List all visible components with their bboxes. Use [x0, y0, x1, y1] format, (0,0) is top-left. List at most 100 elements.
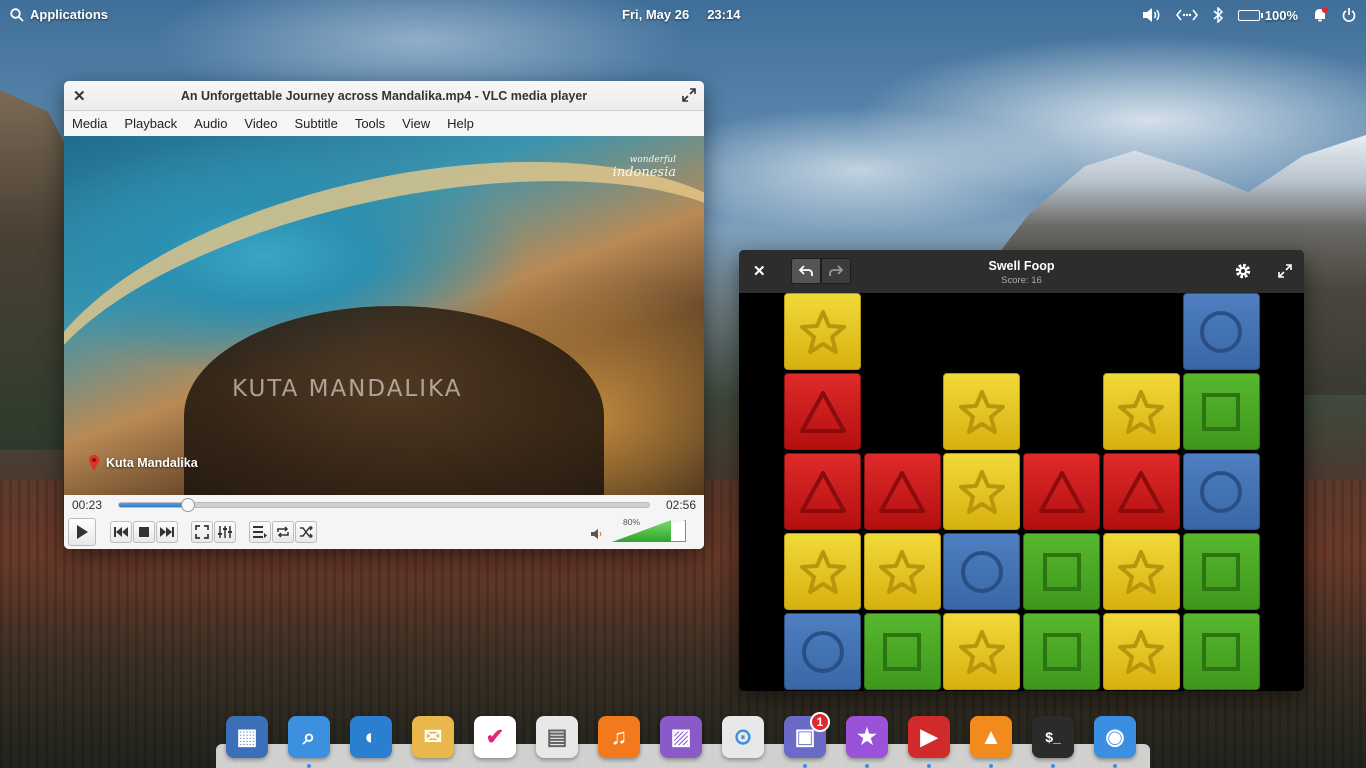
- tile-yellow-star[interactable]: [784, 293, 861, 370]
- running-indicator: [1113, 764, 1117, 768]
- maximize-icon[interactable]: [1278, 264, 1292, 283]
- tile-blue-circle[interactable]: [943, 533, 1021, 610]
- equalizer-icon: [218, 526, 232, 538]
- square-icon: [1202, 392, 1240, 431]
- extended-settings-button[interactable]: [214, 521, 236, 543]
- vlc-titlebar[interactable]: ✕ An Unforgettable Journey across Mandal…: [64, 81, 704, 111]
- tile-red-triangle[interactable]: [1023, 453, 1101, 530]
- video-area[interactable]: wonderful indonesia KUTA MANDALIKA Kuta …: [64, 136, 704, 495]
- previous-button[interactable]: [110, 521, 132, 543]
- stop-button[interactable]: [133, 521, 155, 543]
- power-icon[interactable]: [1342, 6, 1356, 24]
- loop-button[interactable]: [272, 521, 294, 543]
- square-icon: [1202, 632, 1240, 671]
- menu-audio[interactable]: Audio: [194, 116, 227, 131]
- swell-foop-icon: ◉: [1105, 724, 1125, 749]
- gear-icon[interactable]: [1234, 262, 1252, 285]
- tile-yellow-star[interactable]: [943, 613, 1021, 690]
- tile-yellow-star[interactable]: [784, 533, 861, 610]
- tile-yellow-star[interactable]: [1102, 373, 1180, 450]
- seek-slider[interactable]: [118, 498, 650, 512]
- network-icon[interactable]: [1175, 6, 1198, 24]
- tile-blue-circle[interactable]: [784, 613, 861, 690]
- settings-icon: ⊙: [733, 724, 753, 749]
- volume-icon[interactable]: [1142, 6, 1162, 24]
- loop-icon: [277, 526, 289, 538]
- menu-tools[interactable]: Tools: [355, 116, 385, 131]
- notifications-icon[interactable]: [1312, 6, 1328, 24]
- tile-yellow-star[interactable]: [1102, 613, 1180, 690]
- vlc-menubar: Media Playback Audio Video Subtitle Tool…: [64, 111, 704, 136]
- tile-blue-circle[interactable]: [1182, 453, 1260, 530]
- star-icon: [799, 309, 846, 354]
- running-indicator: [307, 764, 311, 768]
- next-button[interactable]: [156, 521, 178, 543]
- dock-app-web-browser[interactable]: ◐: [350, 716, 392, 758]
- tile-yellow-star[interactable]: [863, 533, 941, 610]
- menu-view[interactable]: View: [402, 116, 430, 131]
- square-icon: [1202, 552, 1240, 591]
- menu-subtitle[interactable]: Subtitle: [294, 116, 337, 131]
- dock-app-terminal[interactable]: $_: [1032, 716, 1074, 768]
- dock-app-swell-foop[interactable]: ◉: [1094, 716, 1136, 768]
- tile-red-triangle[interactable]: [784, 373, 861, 450]
- dock-app-music[interactable]: ♫: [598, 716, 640, 758]
- speaker-icon[interactable]: [590, 528, 604, 540]
- tile-yellow-star[interactable]: [943, 453, 1021, 530]
- play-button[interactable]: [68, 518, 96, 546]
- battery-percent: 100%: [1264, 7, 1298, 23]
- dock-app-appcenter[interactable]: ▣ 1: [784, 712, 830, 768]
- total-duration[interactable]: 02:56: [666, 498, 696, 512]
- tile-green-square[interactable]: [1023, 533, 1101, 610]
- tile-red-triangle[interactable]: [863, 453, 941, 530]
- video-location-tag: Kuta Mandalika: [88, 454, 198, 472]
- menu-video[interactable]: Video: [244, 116, 277, 131]
- dock-app-files[interactable]: ⌕: [288, 716, 330, 768]
- circle-icon: [960, 550, 1003, 593]
- shuffle-button[interactable]: [295, 521, 317, 543]
- bluetooth-icon[interactable]: [1212, 6, 1224, 24]
- tile-green-square[interactable]: [1023, 613, 1101, 690]
- tile-red-triangle[interactable]: [1102, 453, 1180, 530]
- tile-green-square[interactable]: [1182, 373, 1260, 450]
- applications-menu[interactable]: Applications: [10, 7, 108, 22]
- menu-help[interactable]: Help: [447, 116, 474, 131]
- dock-app-calendar[interactable]: ▤: [536, 716, 578, 758]
- battery-indicator[interactable]: 100%: [1237, 7, 1298, 23]
- tile-green-square[interactable]: [1182, 533, 1260, 610]
- dock-app-videos[interactable]: ▶: [908, 716, 950, 768]
- maximize-icon[interactable]: [682, 88, 696, 105]
- playback-controls: 80%: [64, 515, 704, 549]
- tile-green-square[interactable]: [1182, 613, 1260, 690]
- menu-playback[interactable]: Playback: [124, 116, 177, 131]
- datetime-indicator[interactable]: Fri, May 26 23:14: [622, 7, 740, 22]
- tile-yellow-star[interactable]: [1102, 533, 1180, 610]
- time-label: 23:14: [707, 7, 741, 22]
- fullscreen-icon: [195, 525, 209, 539]
- seek-handle[interactable]: [180, 498, 195, 512]
- dock-app-vlc[interactable]: ▲: [970, 716, 1012, 768]
- menu-media[interactable]: Media: [72, 116, 107, 131]
- dock-app-tasks[interactable]: ✔: [474, 716, 516, 758]
- volume-slider-fill: [612, 520, 672, 542]
- elapsed-time[interactable]: 00:23: [72, 498, 102, 512]
- notification-badge: 1: [810, 712, 830, 732]
- dock-app-photos[interactable]: ▨: [660, 716, 702, 758]
- dock-app-settings[interactable]: ⊙: [722, 716, 764, 758]
- favorites-icon: ★: [857, 724, 877, 749]
- playlist-button[interactable]: [249, 521, 271, 543]
- video-caption: KUTA MANDALIKA: [232, 376, 463, 402]
- tile-blue-circle[interactable]: [1182, 293, 1260, 370]
- dock-apps: ▦ ⌕ ◐ ✉ ✔ ▤ ♫ ▨ ⊙ ▣ 1 ★ ▶ ▲ $_ ◉: [226, 712, 1136, 768]
- swell-foop-headerbar[interactable]: ✕ Swell Foop Score: 16: [739, 250, 1304, 293]
- tile-green-square[interactable]: [863, 613, 941, 690]
- tile-yellow-star[interactable]: [943, 373, 1021, 450]
- dock-app-favorites[interactable]: ★: [846, 716, 888, 768]
- triangle-icon: [1038, 470, 1085, 513]
- fullscreen-button[interactable]: [191, 521, 213, 543]
- tile-red-triangle[interactable]: [784, 453, 861, 530]
- close-icon[interactable]: ✕: [73, 87, 86, 105]
- game-board[interactable]: [784, 293, 1264, 691]
- dock-app-mail[interactable]: ✉: [412, 716, 454, 758]
- dock-app-multitasking-view[interactable]: ▦: [226, 716, 268, 758]
